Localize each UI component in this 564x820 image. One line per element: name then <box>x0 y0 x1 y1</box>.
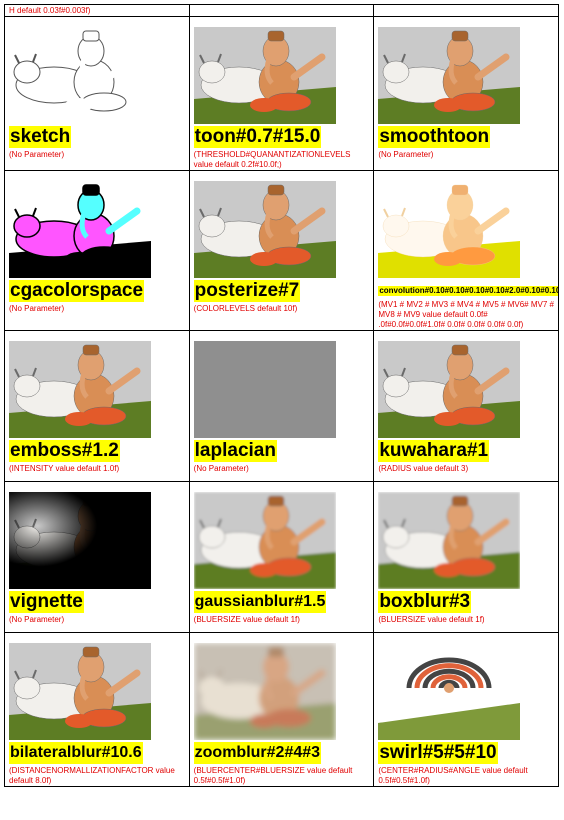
filter-params: (No Parameter) <box>9 615 65 624</box>
filter-params: (BLUERSIZE value default 1f) <box>193 615 300 624</box>
statue-photo-icon <box>193 492 336 589</box>
statue-photo-icon <box>378 181 521 278</box>
filter-cell-zoomblur: zoomblur#2#4#3 (BLUERCENTER#BLUERSIZE va… <box>188 632 375 787</box>
filter-preview-image <box>193 341 336 438</box>
filter-preview-image <box>193 492 336 589</box>
filter-label: bilateralblur#10.6 <box>9 742 143 764</box>
filter-params: (No Parameter) <box>9 304 65 313</box>
filter-cell-bilateralblur: bilateralblur#10.6 (DISTANCENORMALLIZATI… <box>4 632 190 787</box>
filter-preview-image <box>9 27 151 124</box>
filter-cell-sketch: sketch (No Parameter) <box>4 16 190 171</box>
filter-label: posterize#7 <box>193 280 301 302</box>
filter-params: (RADIUS value default 3) <box>378 464 469 473</box>
filter-label: swirl#5#5#10 <box>378 742 498 764</box>
filter-cell-kuwahara: kuwahara#1 (RADIUS value default 3) <box>373 330 559 482</box>
statue-photo-icon <box>378 643 521 740</box>
filter-params: (BLUERSIZE value default 1f) <box>378 615 485 624</box>
filter-label: sketch <box>9 126 72 148</box>
filter-cell-laplacian: laplacian (No Parameter) <box>188 330 375 482</box>
filter-label: emboss#1.2 <box>9 440 120 462</box>
top-empty-cell <box>373 4 559 17</box>
filter-preview-image <box>378 643 521 740</box>
statue-photo-icon <box>9 492 151 589</box>
filter-preview-image <box>193 181 336 278</box>
statue-photo-icon <box>193 643 336 740</box>
filter-params: (MV1 # MV2 # MV3 # MV4 # MV5 # MV6# MV7 … <box>378 300 554 329</box>
filter-params: (COLORLEVELS default 10f) <box>193 304 298 313</box>
filter-preview-image <box>9 341 151 438</box>
filter-cell-gaussianblur: gaussianblur#1.5 (BLUERSIZE value defaul… <box>188 481 375 633</box>
filter-params: (BLUERCENTER#BLUERSIZE value default 0.5… <box>193 766 353 785</box>
statue-photo-icon <box>9 27 151 124</box>
top-empty-cell <box>188 4 375 17</box>
filter-label: kuwahara#1 <box>378 440 490 462</box>
filter-label: toon#0.7#15.0 <box>193 126 322 148</box>
filter-preview-image <box>9 492 151 589</box>
filter-cell-toon: toon#0.7#15.0 (THRESHOLD#QUANANTIZATIONL… <box>188 16 375 171</box>
filter-params: (THRESHOLD#QUANANTIZATIONLEVELS value de… <box>193 150 351 169</box>
filter-label: convolution#0.10#0.10#0.10#0.10#2.0#0.10… <box>378 286 558 296</box>
filter-label: zoomblur#2#4#3 <box>193 742 322 764</box>
filter-cell-smoothtoon: smoothtoon (No Parameter) <box>373 16 559 171</box>
statue-photo-icon <box>9 181 151 278</box>
filter-preview-image <box>9 643 151 740</box>
filter-preview-image <box>9 181 151 278</box>
filter-label: vignette <box>9 591 84 613</box>
filter-preview-image <box>378 27 521 124</box>
filter-cell-boxblur: boxblur#3 (BLUERSIZE value default 1f) <box>373 481 559 633</box>
statue-photo-icon <box>193 27 336 124</box>
statue-photo-icon <box>378 27 521 124</box>
filter-cell-convolution: convolution#0.10#0.10#0.10#0.10#2.0#0.10… <box>373 170 559 331</box>
filter-label: cgacolorspace <box>9 280 145 302</box>
filter-cell-emboss: emboss#1.2 (INTENSITY value default 1.0f… <box>4 330 190 482</box>
statue-photo-icon <box>193 181 336 278</box>
filter-label: boxblur#3 <box>378 591 472 613</box>
filter-preview-image <box>378 341 521 438</box>
filter-params: (CENTER#RADIUS#ANGLE value default 0.5f#… <box>378 766 528 785</box>
top-note-cell: H default 0.03f#0.003f) <box>4 4 190 17</box>
statue-photo-icon <box>9 341 151 438</box>
filter-preview-image <box>378 181 521 278</box>
filter-preview-image <box>193 27 336 124</box>
filter-preview-image <box>193 643 336 740</box>
filter-cell-cgacolorspace: cgacolorspace (No Parameter) <box>4 170 190 331</box>
filter-label: gaussianblur#1.5 <box>193 591 327 613</box>
statue-photo-icon <box>193 341 336 438</box>
filter-grid: H default 0.03f#0.003f) sketch (No Param… <box>4 4 559 787</box>
filter-preview-image <box>378 492 521 589</box>
filter-params: (No Parameter) <box>193 464 249 473</box>
filter-params: (INTENSITY value default 1.0f) <box>9 464 120 473</box>
filter-params: (No Parameter) <box>9 150 65 159</box>
filter-cell-swirl: swirl#5#5#10 (CENTER#RADIUS#ANGLE value … <box>373 632 559 787</box>
top-note: H default 0.03f#0.003f) <box>9 6 91 15</box>
filter-params: (DISTANCENORMALLIZATIONFACTOR value defa… <box>9 766 175 785</box>
filter-cell-posterize: posterize#7 (COLORLEVELS default 10f) <box>188 170 375 331</box>
statue-photo-icon <box>378 341 521 438</box>
filter-params: (No Parameter) <box>378 150 434 159</box>
statue-photo-icon <box>9 643 151 740</box>
filter-label: smoothtoon <box>378 126 491 148</box>
statue-photo-icon <box>378 492 521 589</box>
filter-cell-vignette: vignette (No Parameter) <box>4 481 190 633</box>
filter-label: laplacian <box>193 440 277 462</box>
